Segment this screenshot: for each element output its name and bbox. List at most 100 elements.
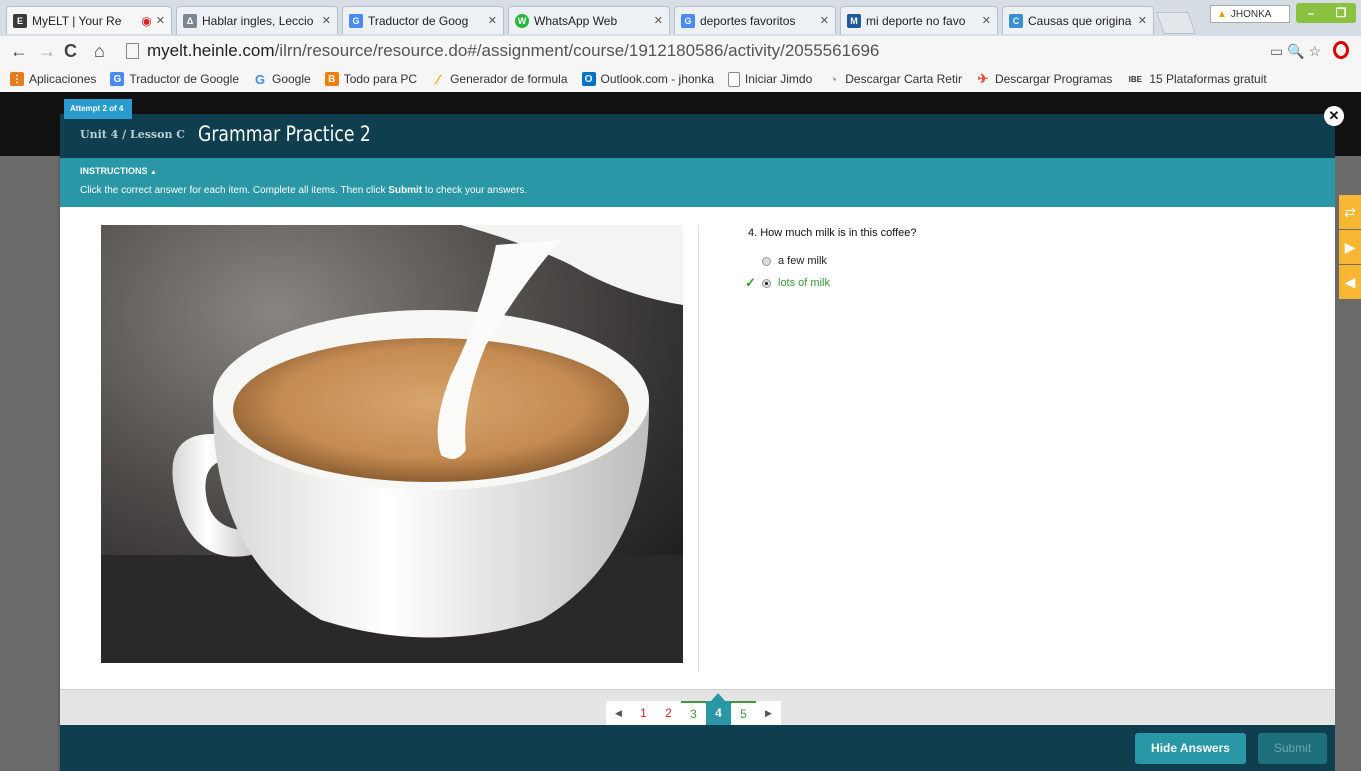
- tab-whatsapp[interactable]: W WhatsApp Web ✕: [508, 6, 670, 34]
- instructions-heading: INSTRUCTIONS: [80, 166, 148, 176]
- home-icon[interactable]: ⌂: [94, 41, 105, 62]
- close-tab-icon[interactable]: ✕: [820, 14, 829, 27]
- bookmark-traductor[interactable]: G Traductor de Google: [110, 72, 239, 86]
- docs-icon: M: [847, 13, 861, 28]
- tab-causas[interactable]: C Causas que origina ✕: [1002, 6, 1154, 34]
- tab-myelt[interactable]: E MyELT | Your Re ◉ ✕: [6, 6, 172, 34]
- url-path: /ilrn/resource/resource.do#/assignment/c…: [274, 41, 880, 60]
- answer-option-a-few-milk[interactable]: a few milk: [762, 255, 827, 267]
- tab-traductor[interactable]: G Traductor de Goog ✕: [342, 6, 504, 34]
- instructions-toggle[interactable]: INSTRUCTIONS ▲: [80, 166, 157, 176]
- caret-up-icon: ▲: [150, 169, 157, 176]
- bookmark-carta[interactable]: ◔ Descargar Carta Retir: [826, 72, 962, 87]
- tab-title: Hablar ingles, Leccio: [202, 13, 314, 28]
- instructions-pre: Click the correct answer for each item. …: [80, 185, 389, 196]
- coffee-image: [101, 225, 683, 663]
- new-tab-button[interactable]: [1155, 12, 1197, 34]
- zoom-bookmark-icons[interactable]: ▭ 🔍 ☆: [1270, 43, 1321, 60]
- page-2[interactable]: 2: [656, 701, 681, 726]
- bookmark-plataformas[interactable]: IBE 15 Plataformas gratuit: [1126, 72, 1267, 86]
- bookmark-programas[interactable]: ✈ Descargar Programas: [976, 71, 1113, 86]
- recording-icon: ◉: [141, 13, 152, 28]
- instructions-post: to check your answers.: [422, 185, 528, 196]
- bookmark-label: Descargar Carta Retir: [845, 72, 962, 86]
- tab-mi-deporte[interactable]: M mi deporte no favo ✕: [840, 6, 998, 34]
- bird-icon: ✈: [977, 71, 989, 86]
- profile-name: JHONKA: [1230, 8, 1272, 20]
- warning-icon: ▲: [1217, 8, 1227, 20]
- page-1[interactable]: 1: [631, 701, 656, 726]
- browser-toolbar: ← → C ⌂ myelt.heinle.com /ilrn/resource/…: [0, 36, 1361, 66]
- google-icon: G: [681, 13, 695, 28]
- page-3[interactable]: 3: [681, 701, 706, 726]
- swap-icon[interactable]: ⇄: [1339, 195, 1361, 229]
- bookmarks-bar: ⋮ Aplicaciones G Traductor de Google G Goog…: [0, 66, 1361, 93]
- option-label: lots of milk: [778, 277, 830, 289]
- google-icon: G: [254, 71, 266, 87]
- globe-icon: C: [1009, 13, 1023, 28]
- bookmark-label: Iniciar Jimdo: [744, 72, 813, 86]
- bookmark-label: Aplicaciones: [29, 72, 97, 86]
- translate-icon: G: [110, 72, 125, 86]
- prev-page-icon[interactable]: ◀: [606, 701, 631, 726]
- page-info-icon[interactable]: [126, 43, 139, 59]
- back-icon[interactable]: ←: [10, 41, 28, 62]
- tab-title: deportes favoritos: [700, 13, 796, 28]
- checkmark-icon: ✓: [745, 275, 756, 290]
- page-5[interactable]: 5: [731, 701, 756, 726]
- next-page-icon[interactable]: ▶: [756, 701, 781, 726]
- pagination-bar: ◀ 1 2 3 4 5 ▶: [60, 689, 1335, 726]
- instructions-submit-word: Submit: [388, 185, 423, 196]
- activity-footer: Hide Answers Submit: [60, 725, 1335, 771]
- tab-hablar-ingles[interactable]: Δ Hablar ingles, Leccio ✕: [176, 6, 338, 34]
- close-tab-icon[interactable]: ✕: [322, 14, 331, 27]
- bookmark-label: 15 Plataformas gratuit: [1149, 72, 1267, 86]
- close-tab-icon[interactable]: ✕: [156, 14, 165, 27]
- tab-strip: E MyELT | Your Re ◉ ✕ Δ Hablar ingles, L…: [0, 0, 1361, 36]
- hide-answers-button[interactable]: Hide Answers: [1135, 733, 1246, 764]
- minimize-button[interactable]: –: [1296, 3, 1326, 23]
- bookmark-jimdo[interactable]: Iniciar Jimdo: [727, 71, 813, 87]
- blogger-icon: B: [324, 72, 339, 86]
- content-divider: [698, 225, 699, 672]
- tab-title: WhatsApp Web: [534, 13, 618, 28]
- forward-icon[interactable]: →: [38, 41, 56, 62]
- url-host: myelt.heinle.com: [147, 41, 275, 60]
- bookmark-label: Traductor de Google: [129, 72, 239, 86]
- apps-icon: ⋮: [10, 72, 24, 86]
- submit-button[interactable]: Submit: [1258, 733, 1327, 764]
- close-icon[interactable]: ✕: [1324, 106, 1344, 126]
- maximize-button[interactable]: ❐: [1326, 3, 1356, 23]
- bookmark-generador[interactable]: ⁄ Generador de formula: [431, 72, 568, 87]
- unit-lesson: Unit 4 / Lesson C: [80, 128, 186, 141]
- tab-title: MyELT | Your Re: [32, 13, 122, 28]
- bookmark-outlook[interactable]: O Outlook.com - jhonka: [581, 72, 714, 86]
- profile-button[interactable]: ▲ JHONKA: [1210, 5, 1290, 23]
- bookmark-label: Descargar Programas: [994, 72, 1113, 86]
- bookmark-todo-para-pc[interactable]: B Todo para PC: [324, 72, 417, 86]
- page-icon: [727, 71, 740, 87]
- page-4[interactable]: 4: [706, 693, 731, 726]
- radio-button-selected[interactable]: [762, 278, 771, 288]
- close-tab-icon[interactable]: ✕: [982, 14, 991, 27]
- answer-option-lots-of-milk[interactable]: ✓ lots of milk: [745, 275, 830, 290]
- pagination: ◀ 1 2 3 4 5 ▶: [606, 693, 781, 726]
- activity-header: Unit 4 / Lesson C Grammar Practice 2: [60, 114, 1335, 158]
- outlook-icon: O: [581, 72, 596, 86]
- instructions-panel: INSTRUCTIONS ▲ Click the correct answer …: [60, 158, 1335, 207]
- tab-deportes[interactable]: G deportes favoritos ✕: [674, 6, 836, 34]
- window-controls: – ❐: [1296, 3, 1356, 23]
- bookmark-google[interactable]: G Google: [253, 71, 311, 87]
- close-tab-icon[interactable]: ✕: [1138, 14, 1147, 27]
- close-tab-icon[interactable]: ✕: [654, 14, 663, 27]
- collapse-icon[interactable]: ◀: [1339, 265, 1361, 299]
- close-tab-icon[interactable]: ✕: [488, 14, 497, 27]
- translate-icon: G: [349, 13, 363, 28]
- reload-icon[interactable]: C: [64, 41, 77, 62]
- option-label: a few milk: [778, 255, 827, 267]
- play-icon[interactable]: ▶: [1339, 230, 1361, 264]
- bookmark-aplicaciones[interactable]: ⋮ Aplicaciones: [10, 72, 96, 86]
- opera-icon[interactable]: [1333, 41, 1349, 59]
- address-bar[interactable]: myelt.heinle.com /ilrn/resource/resource…: [126, 39, 1298, 63]
- radio-button[interactable]: [762, 256, 771, 266]
